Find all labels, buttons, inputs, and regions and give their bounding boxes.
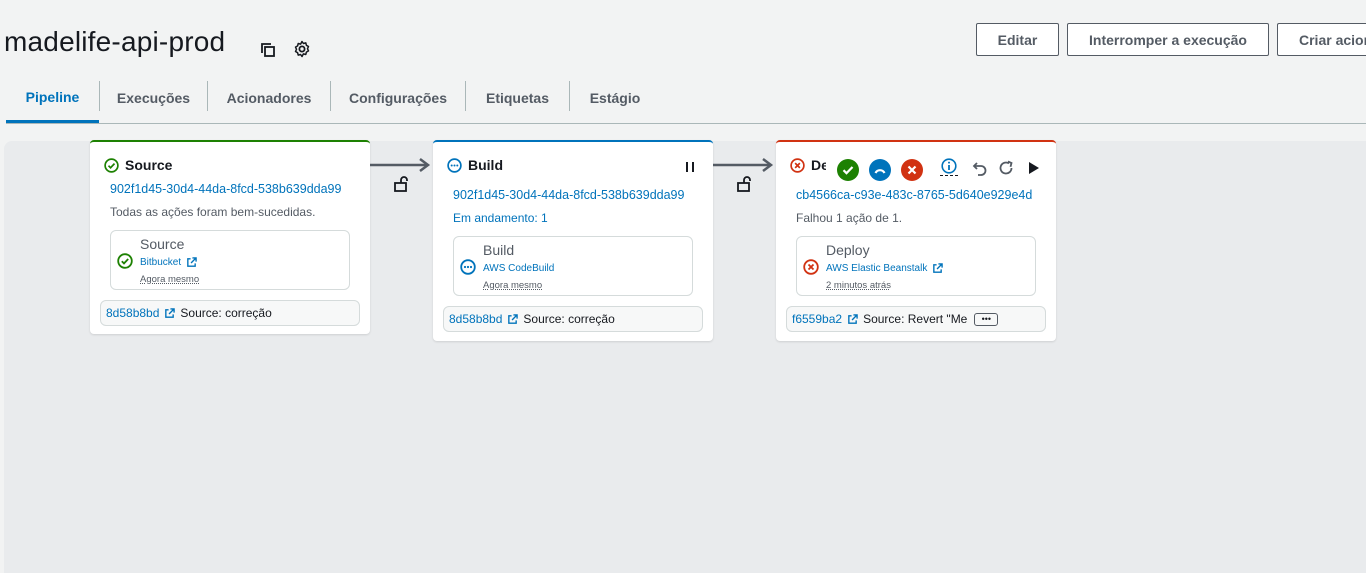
external-link-icon[interactable] xyxy=(847,313,858,325)
external-link-icon[interactable] xyxy=(507,313,519,325)
stage-name: Source xyxy=(125,157,173,173)
tab-bar: Pipeline Execuções Acionadores Configura… xyxy=(6,73,1366,124)
success-icon xyxy=(117,253,133,269)
provider-link[interactable]: AWS CodeBuild xyxy=(483,263,554,274)
failed-icon xyxy=(803,259,819,275)
stage-build: Build 902f1d45-30d4-44da-8fcd-538b639dda… xyxy=(433,140,713,341)
revision-id-link[interactable]: f6559ba2 xyxy=(792,312,842,326)
info-icon[interactable] xyxy=(940,156,958,176)
stage-status-text: Todas as ações foram bem-sucedidas. xyxy=(110,205,316,219)
action-time: Agora mesmo xyxy=(483,280,543,291)
stage-header: Build xyxy=(447,157,503,173)
external-link-icon[interactable] xyxy=(164,307,176,319)
stage-name: Build xyxy=(468,157,503,173)
failed-icon xyxy=(790,157,805,173)
action-name: Deploy xyxy=(826,242,870,258)
tab-triggers[interactable]: Acionadores xyxy=(208,73,330,123)
stop-execution-button[interactable]: Interromper a execução xyxy=(1067,23,1269,56)
revision-summary: 8d58b8bd Source: correção xyxy=(100,300,360,326)
in-progress-icon xyxy=(460,259,476,275)
refresh-icon[interactable] xyxy=(997,159,1015,177)
revision-summary: f6559ba2 Source: Revert "Me ••• xyxy=(786,306,1046,332)
in-progress-icon xyxy=(447,157,462,173)
provider-link[interactable]: Bitbucket xyxy=(140,257,197,268)
more-options-button[interactable]: ••• xyxy=(974,312,999,326)
reject-icon[interactable] xyxy=(901,159,923,181)
tab-settings[interactable]: Configurações xyxy=(331,73,465,123)
tab-tags[interactable]: Etiquetas xyxy=(466,73,569,123)
revision-id-link[interactable]: 8d58b8bd xyxy=(449,312,502,326)
stage-deploy: De cb4566ca-c93e-483c-8765-5d640e929e4d … xyxy=(776,140,1056,341)
stage-status-text: Falhou 1 ação de 1. xyxy=(796,211,903,225)
execution-id-link[interactable]: 902f1d45-30d4-44da-8fcd-538b639dda99 xyxy=(453,188,684,202)
unlocked-transition-icon[interactable] xyxy=(393,175,409,193)
create-trigger-button[interactable]: Criar acionador xyxy=(1277,23,1366,56)
external-link-icon xyxy=(187,257,197,267)
provider-name: AWS CodeBuild xyxy=(483,263,555,274)
edit-button[interactable]: Editar xyxy=(976,23,1059,56)
action-time: Agora mesmo xyxy=(140,274,200,285)
tab-executions[interactable]: Execuções xyxy=(100,73,207,123)
action-card-deploy[interactable]: Deploy AWS Elastic Beanstalk 2 minutos a… xyxy=(796,236,1036,296)
tab-stage[interactable]: Estágio xyxy=(570,73,660,123)
page-title: madelife-api-prod xyxy=(4,26,226,57)
revision-id-link[interactable]: 8d58b8bd xyxy=(106,306,159,320)
action-time: 2 minutos atrás xyxy=(826,280,891,291)
execution-id-link[interactable]: cb4566ca-c93e-483c-8765-5d640e929e4d xyxy=(796,188,1032,202)
transition-arrow xyxy=(370,158,431,172)
stage-header: De xyxy=(790,157,829,173)
provider-name: AWS Elastic Beanstalk xyxy=(826,263,928,274)
execution-id-link[interactable]: 902f1d45-30d4-44da-8fcd-538b639dda99 xyxy=(110,182,341,196)
gear-icon[interactable] xyxy=(292,39,312,59)
revision-message: Source: correção xyxy=(180,306,272,320)
stage-status-text[interactable]: Em andamento: 1 xyxy=(453,211,548,225)
action-name: Build xyxy=(483,242,515,258)
play-icon[interactable] xyxy=(1026,159,1042,177)
tab-pipeline[interactable]: Pipeline xyxy=(6,73,99,123)
external-link-icon xyxy=(933,263,944,273)
action-card-build[interactable]: Build AWS CodeBuild Agora mesmo xyxy=(453,236,693,296)
success-icon xyxy=(104,157,119,173)
revision-message: Source: correção xyxy=(523,312,615,326)
provider-name: Bitbucket xyxy=(140,257,182,268)
stage-header: Source xyxy=(104,157,172,173)
action-card-source[interactable]: Source Bitbucket Agora mesmo xyxy=(110,230,350,290)
provider-link[interactable]: AWS Elastic Beanstalk xyxy=(826,263,944,274)
retry-icon[interactable] xyxy=(869,159,891,181)
action-name: Source xyxy=(140,236,185,252)
pause-icon[interactable] xyxy=(683,160,697,174)
unlocked-transition-icon[interactable] xyxy=(736,175,752,193)
undo-icon[interactable] xyxy=(971,159,989,177)
stage-source: Source 902f1d45-30d4-44da-8fcd-538b639dd… xyxy=(90,140,370,334)
revision-message: Source: Revert "Me xyxy=(863,312,968,326)
approve-icon[interactable] xyxy=(837,159,859,181)
revision-summary: 8d58b8bd Source: correção xyxy=(443,306,703,332)
transition-arrow xyxy=(713,158,774,172)
copy-icon[interactable] xyxy=(258,40,278,60)
